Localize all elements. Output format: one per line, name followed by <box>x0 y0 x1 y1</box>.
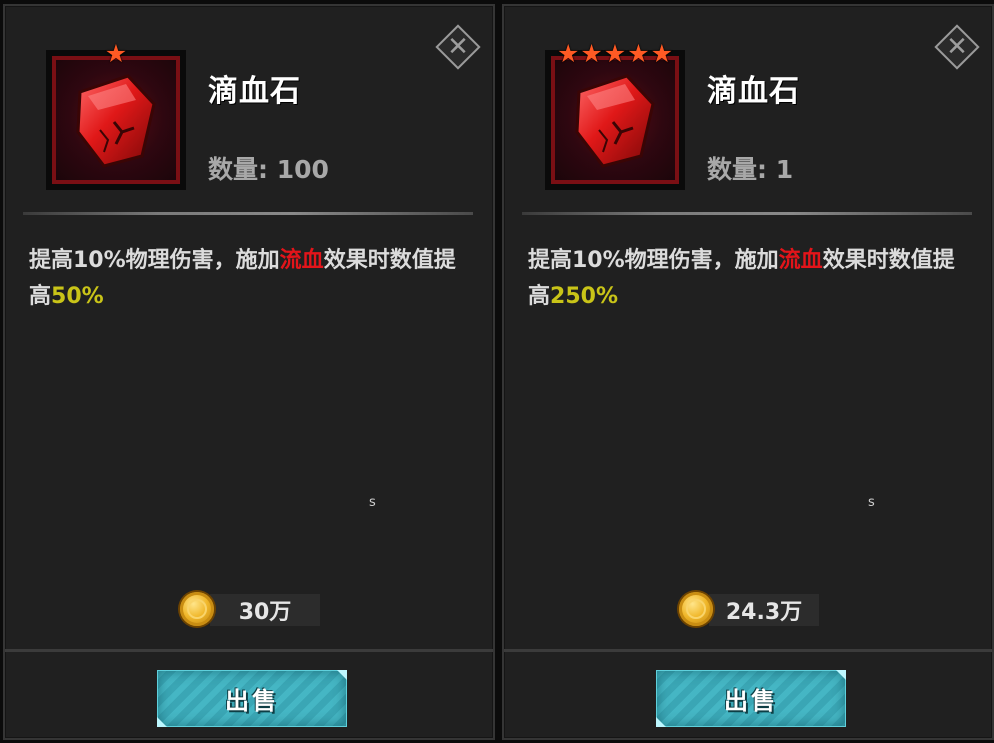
item-description: 提高10%物理伤害，施加流血效果时数值提高50% <box>29 243 469 315</box>
button-corner-accent <box>836 670 846 680</box>
gold-coin-icon <box>679 592 713 626</box>
sell-button[interactable]: 出售 <box>157 670 347 727</box>
close-button[interactable]: ✕ <box>433 22 483 72</box>
gold-coin-icon <box>180 592 214 626</box>
desc-highlight-bleed: 流血 <box>778 248 823 273</box>
footer-divider <box>5 649 493 652</box>
desc-text: 提高10%物理伤害，施加 <box>29 248 280 273</box>
item-description: 提高10%物理伤害，施加流血效果时数值提高250% <box>528 243 968 315</box>
close-icon: ✕ <box>447 32 469 62</box>
header-divider <box>23 212 473 215</box>
sell-button-label: 出售 <box>225 687 279 715</box>
desc-text: 提高10%物理伤害，施加 <box>528 248 779 273</box>
sell-button[interactable]: 出售 <box>656 670 846 727</box>
close-button[interactable]: ✕ <box>932 22 982 72</box>
desc-highlight-value: 250% <box>550 284 618 309</box>
star-icon: ★ <box>556 39 580 68</box>
star-icon: ★ <box>580 39 603 68</box>
item-name: 滴血石 <box>208 74 301 109</box>
sell-button-label: 出售 <box>724 687 778 715</box>
stray-character: s <box>369 495 376 510</box>
item-detail-panel-right: ✕ ★ ★ ★ ★ ★ 滴血石 数量: 1 提高10%物理伤害，施加流血效果时数… <box>502 4 994 740</box>
star-icon: ★ <box>650 39 674 68</box>
desc-highlight-value: 50% <box>51 284 104 309</box>
button-corner-accent <box>337 670 347 680</box>
star-icon: ★ <box>603 39 627 68</box>
item-detail-panel-left: ✕ ★ 滴血石 数量: 100 提高10%物理伤害，施加流血效果时数值提高50%… <box>3 4 495 740</box>
rarity-stars: ★ ★ ★ ★ ★ <box>548 41 682 66</box>
blood-stone-icon <box>575 74 655 168</box>
header-divider <box>522 212 972 215</box>
button-corner-accent <box>656 717 666 727</box>
price-bar: 24.3万 <box>709 594 819 626</box>
footer-divider <box>504 649 992 652</box>
star-icon: ★ <box>627 39 650 68</box>
item-icon-background <box>52 56 180 184</box>
button-corner-accent <box>157 717 167 727</box>
price-value: 30万 <box>238 600 292 625</box>
rarity-stars: ★ <box>49 41 183 66</box>
item-icon-frame: ★ <box>46 41 186 190</box>
stray-character: s <box>868 495 875 510</box>
blood-stone-icon <box>76 74 156 168</box>
item-quantity: 数量: 1 <box>707 155 794 184</box>
item-quantity: 数量: 100 <box>208 155 329 184</box>
item-icon-frame: ★ ★ ★ ★ ★ <box>545 41 685 190</box>
price-value: 24.3万 <box>725 600 803 625</box>
close-icon: ✕ <box>946 32 968 62</box>
star-icon: ★ <box>104 39 128 68</box>
item-icon-background <box>551 56 679 184</box>
price-bar: 30万 <box>210 594 320 626</box>
desc-highlight-bleed: 流血 <box>279 248 324 273</box>
item-name: 滴血石 <box>707 74 800 109</box>
